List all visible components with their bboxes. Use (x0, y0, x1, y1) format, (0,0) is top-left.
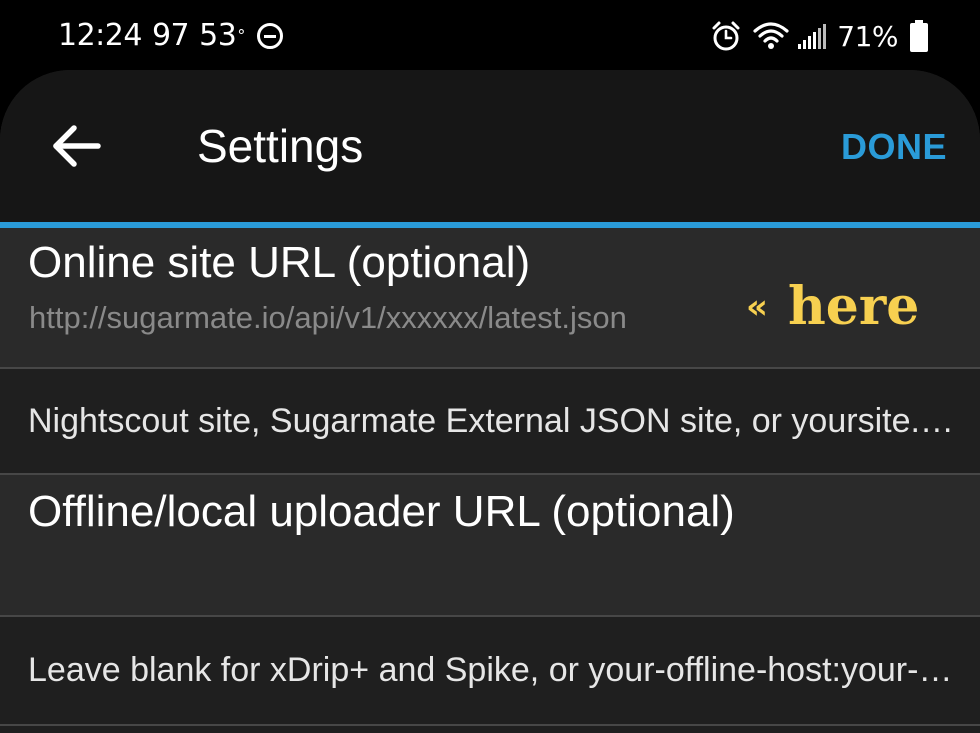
annotation: « here (746, 276, 919, 338)
annotation-arrow-icon: « (746, 287, 768, 327)
status-time: 12:24 (58, 18, 142, 53)
page-title: Settings (197, 120, 364, 172)
online-url-description-row: Nightscout site, Sugarmate External JSON… (0, 369, 980, 475)
annotation-text: here (787, 276, 920, 337)
wifi-icon (753, 21, 789, 51)
offline-url-description-row: Leave blank for xDrip+ and Spike, or you… (0, 617, 980, 726)
battery-icon (910, 20, 928, 52)
back-button[interactable] (50, 122, 104, 170)
online-url-title: Online site URL (optional) (28, 238, 531, 287)
back-arrow-icon (53, 125, 101, 167)
done-button[interactable]: DONE (841, 124, 947, 170)
do-not-disturb-icon (256, 23, 283, 49)
status-temperature: 53 (199, 18, 237, 53)
phone-screen: 12:24 97 53 ° 71% Settings DONE Online s… (0, 0, 980, 733)
offline-url-setting[interactable]: Offline/local uploader URL (optional) (0, 475, 980, 617)
status-notification-number: 97 (151, 18, 190, 53)
online-url-setting[interactable]: Online site URL (optional) http://sugarm… (0, 228, 980, 369)
online-url-value: http://sugarmate.io/api/v1/xxxxxx/latest… (29, 300, 627, 335)
online-url-description: Nightscout site, Sugarmate External JSON… (28, 402, 968, 440)
status-bar-left: 12:24 97 53 ° (58, 16, 283, 56)
alarm-icon (711, 20, 741, 52)
app-bar: Settings DONE (0, 70, 980, 222)
offline-url-title: Offline/local uploader URL (optional) (28, 487, 735, 536)
status-bar: 12:24 97 53 ° 71% (0, 0, 980, 70)
offline-url-description: Leave blank for xDrip+ and Spike, or you… (28, 651, 968, 689)
status-bar-right: 71% (711, 16, 928, 56)
signal-icon (797, 22, 829, 50)
degree-symbol: ° (237, 26, 245, 45)
battery-percent: 71% (837, 19, 898, 53)
